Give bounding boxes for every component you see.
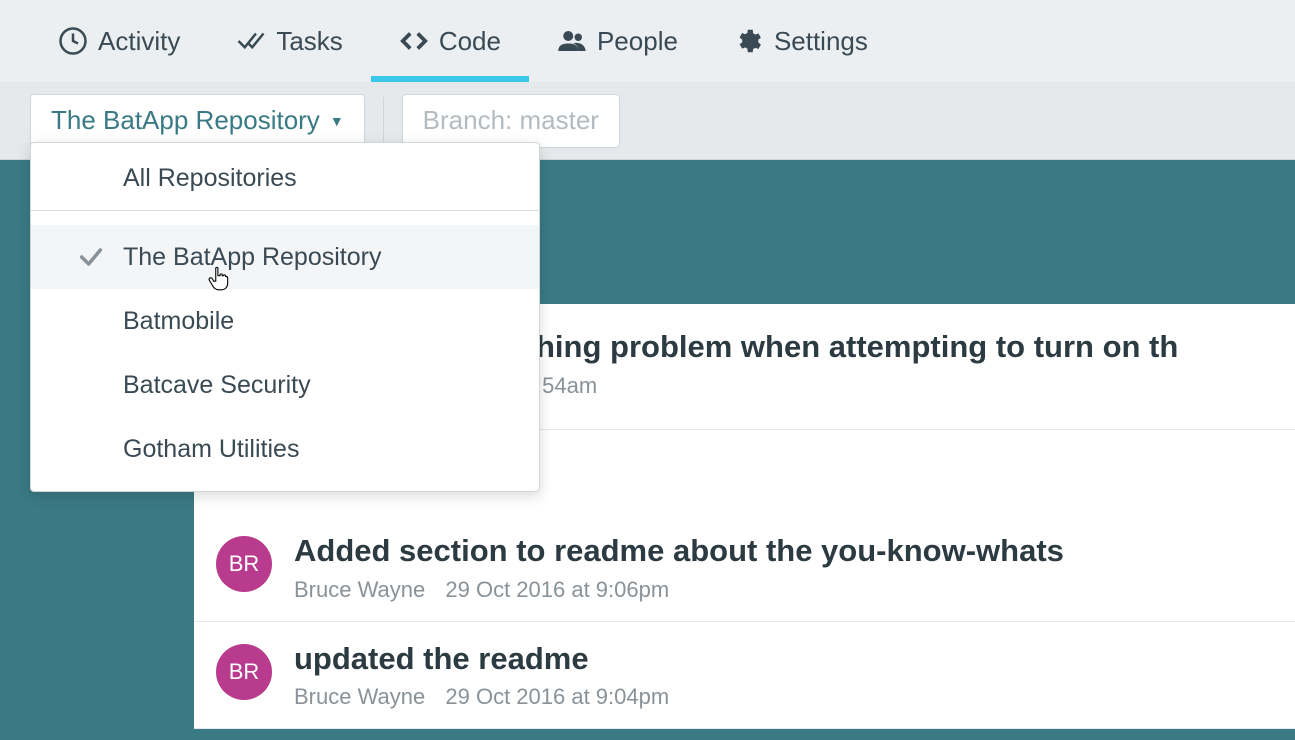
repo-selector-label: The BatApp Repository: [51, 105, 320, 136]
commit-author: Bruce Wayne: [294, 684, 425, 709]
commit-title: updated the readme: [294, 640, 1275, 679]
dropdown-item-all[interactable]: All Repositories: [31, 147, 539, 211]
commit-author: Bruce Wayne: [294, 577, 425, 602]
commit-title: Added section to readme about the you-kn…: [294, 532, 1275, 571]
commit-meta: Bruce Wayne 29 Oct 2016 at 9:06pm: [294, 577, 1275, 603]
nav-settings[interactable]: Settings: [706, 0, 896, 82]
nav-settings-label: Settings: [774, 26, 868, 57]
filter-bar: The BatApp Repository ▼ Branch: master A…: [0, 82, 1295, 160]
repo-selector[interactable]: The BatApp Repository ▼: [30, 94, 365, 148]
commit-timestamp: 29 Oct 2016 at 9:06pm: [445, 577, 669, 602]
dropdown-item-label: The BatApp Repository: [123, 243, 381, 272]
commit-meta: :54am: [536, 373, 1275, 399]
dropdown-item-label: Gotham Utilities: [123, 435, 299, 464]
avatar: BR: [216, 536, 272, 592]
double-check-icon: [236, 26, 266, 56]
repo-dropdown: All Repositories The BatApp Repository B…: [30, 142, 540, 492]
avatar: BR: [216, 644, 272, 700]
caret-down-icon: ▼: [330, 113, 344, 129]
nav-activity[interactable]: Activity: [30, 0, 208, 82]
dropdown-item-label: All Repositories: [123, 164, 297, 193]
commit-row[interactable]: BR Added section to readme about the you…: [194, 514, 1295, 622]
pointer-cursor-icon: [208, 266, 230, 292]
nav-tasks-label: Tasks: [276, 26, 342, 57]
separator: [383, 97, 384, 145]
nav-code-label: Code: [439, 26, 501, 57]
dropdown-item-label: Batmobile: [123, 307, 234, 336]
nav-code[interactable]: Code: [371, 0, 529, 82]
commit-timestamp: 29 Oct 2016 at 9:04pm: [445, 684, 669, 709]
commit-title: hing problem when attempting to turn on …: [536, 328, 1275, 367]
dropdown-item-label: Batcave Security: [123, 371, 311, 400]
nav-people[interactable]: People: [529, 0, 706, 82]
gear-icon: [734, 26, 764, 56]
people-icon: [557, 26, 587, 56]
nav-tasks[interactable]: Tasks: [208, 0, 370, 82]
dropdown-item-gotham[interactable]: Gotham Utilities: [31, 417, 539, 481]
dropdown-item-batcave[interactable]: Batcave Security: [31, 353, 539, 417]
dropdown-item-batmobile[interactable]: Batmobile: [31, 289, 539, 353]
commit-timestamp: :54am: [536, 373, 597, 398]
branch-selector-label: Branch: master: [423, 105, 599, 136]
commit-meta: Bruce Wayne 29 Oct 2016 at 9:04pm: [294, 684, 1275, 710]
clock-icon: [58, 26, 88, 56]
nav-activity-label: Activity: [98, 26, 180, 57]
check-icon: [77, 243, 105, 271]
branch-selector[interactable]: Branch: master: [402, 94, 620, 148]
commit-row[interactable]: BR updated the readme Bruce Wayne 29 Oct…: [194, 622, 1295, 730]
code-icon: [399, 26, 429, 56]
dropdown-item-batapp[interactable]: The BatApp Repository: [31, 225, 539, 289]
top-nav: Activity Tasks Code People Settings: [0, 0, 1295, 82]
nav-people-label: People: [597, 26, 678, 57]
